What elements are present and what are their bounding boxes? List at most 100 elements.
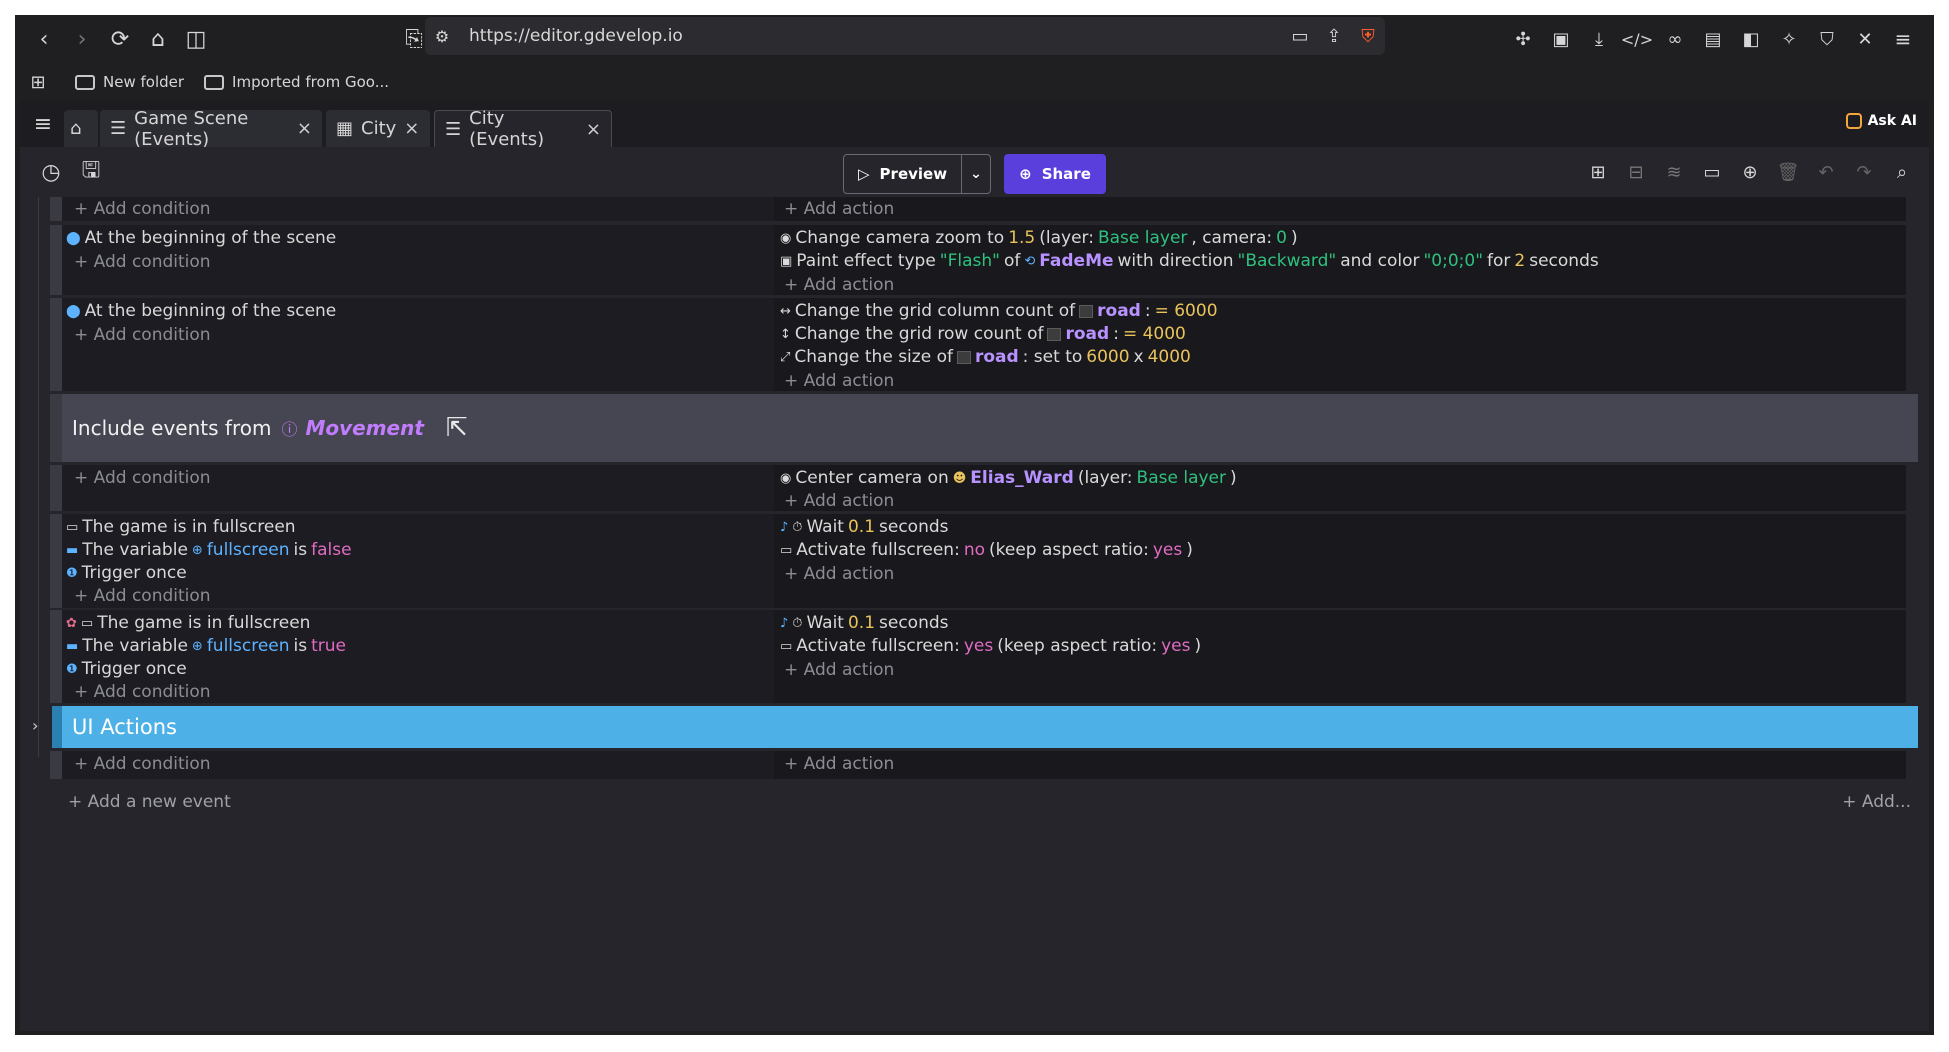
event-row[interactable]: + Add condition + Add action: [50, 197, 1906, 221]
home-icon[interactable]: ⌂: [141, 22, 175, 56]
add-action[interactable]: + Add action: [784, 564, 894, 584]
comment-icon[interactable]: ▭: [1695, 155, 1729, 189]
close-icon[interactable]: ×: [404, 118, 419, 139]
action-line[interactable]: ♪ ⏱ Wait 0.1 seconds: [780, 613, 949, 633]
tab-city-events[interactable]: ☰ City (Events) ×: [434, 108, 612, 150]
add-condition[interactable]: + Add condition: [74, 199, 211, 219]
redo-icon[interactable]: ↷: [1847, 155, 1881, 189]
add-event-icon[interactable]: ⊞: [1581, 155, 1615, 189]
event-row[interactable]: ⬤ At the beginning of the scene + Add con…: [50, 298, 1906, 391]
action-line[interactable]: ◉ Change camera zoom to 1.5 (layer: Base …: [780, 228, 1298, 248]
action-line[interactable]: ↕ Change the grid row count of road: = 40…: [780, 324, 1186, 344]
event-row[interactable]: ✿ ▭ The game is in fullscreen ▬ The variabl…: [50, 610, 1906, 703]
extensions-icon[interactable]: ✣: [1506, 22, 1540, 56]
tiled-object-icon: [1047, 327, 1062, 341]
add-condition[interactable]: + Add condition: [74, 468, 211, 488]
chevron-right-icon[interactable]: ›: [32, 716, 38, 735]
include-target[interactable]: Movement: [305, 416, 423, 440]
history-icon[interactable]: ◷: [34, 155, 68, 189]
devtools-icon[interactable]: </>: [1620, 22, 1654, 56]
event-row[interactable]: + Add condition ◉ Center camera on ☻ Elias…: [50, 465, 1906, 511]
action-line[interactable]: ◉ Center camera on ☻ Elias_Ward (layer: Ba…: [780, 468, 1237, 488]
share-button[interactable]: ⊕ Share: [1004, 154, 1106, 194]
sidebar-icon[interactable]: ◫: [179, 22, 213, 56]
condition-line[interactable]: ⬤ At the beginning of the scene: [66, 228, 336, 248]
url-text[interactable]: https://editor.gdevelop.io: [469, 26, 683, 46]
action-line[interactable]: ♪ ⏱ Wait 0.1 seconds: [780, 517, 949, 537]
brave-shield-icon[interactable]: ⛨: [1351, 19, 1385, 53]
calendar-icon[interactable]: ▤: [1696, 22, 1730, 56]
close-icon[interactable]: ×: [297, 118, 312, 139]
browser-window: ‹ › ⟳ ⌂ ◫ ⎘ ⚙ https://editor.gdevelop.io…: [15, 15, 1934, 1035]
apps-grid-icon[interactable]: ⊞: [21, 65, 55, 99]
link-icon[interactable]: ∞: [1658, 22, 1692, 56]
preview-button[interactable]: ▷ Preview ⌄: [843, 154, 991, 194]
tree-line: [38, 197, 39, 757]
add-subevent-icon[interactable]: ⊟: [1619, 155, 1653, 189]
condition-line[interactable]: ❶ Trigger once: [66, 659, 187, 679]
add-condition[interactable]: + Add condition: [74, 682, 211, 702]
resize-icon: ⤢: [780, 349, 791, 365]
async-icon: ♪: [780, 519, 789, 535]
add-more-button[interactable]: + Add...: [1842, 792, 1911, 812]
cast-icon[interactable]: ▭: [1283, 19, 1317, 53]
include-events-block[interactable]: Include events from ⓘ Movement ⇱: [50, 394, 1918, 462]
address-bar[interactable]: ⚙ https://editor.gdevelop.io ▭ ⇪ ⛨: [425, 17, 1385, 55]
add-action[interactable]: + Add action: [784, 371, 894, 391]
action-line[interactable]: ↔ Change the grid column count of road: =…: [780, 301, 1218, 321]
back-icon[interactable]: ‹: [27, 22, 61, 56]
add-action[interactable]: + Add action: [784, 660, 894, 680]
chevron-down-icon[interactable]: ⌄: [962, 166, 990, 182]
condition-line[interactable]: ⬤ At the beginning of the scene: [66, 301, 336, 321]
reader-icon[interactable]: ▣: [1544, 22, 1578, 56]
add-condition[interactable]: + Add condition: [74, 754, 211, 774]
condition-line[interactable]: ❶ Trigger once: [66, 563, 187, 583]
tab-game-scene-events[interactable]: ☰ Game Scene (Events) ×: [100, 108, 322, 150]
site-settings-icon[interactable]: ⚙: [425, 19, 459, 53]
add-action[interactable]: + Add action: [784, 199, 894, 219]
scene-start-icon: ⬤: [66, 230, 81, 246]
add-condition[interactable]: + Add condition: [74, 325, 211, 345]
event-row[interactable]: ⬤ At the beginning of the scene + Add con…: [50, 225, 1906, 295]
add-new-event-button[interactable]: + Add a new event: [68, 792, 231, 812]
add-condition[interactable]: + Add condition: [74, 586, 211, 606]
tab-city[interactable]: ▦ City ×: [326, 110, 430, 147]
condition-line[interactable]: ▬ The variable ⊕ fullscreen is true: [66, 636, 346, 656]
hamburger-menu-icon[interactable]: ≡: [26, 107, 60, 141]
event-group-ui-actions[interactable]: UI Actions: [52, 706, 1918, 748]
download-icon[interactable]: ⤓: [1582, 22, 1616, 56]
delete-icon[interactable]: 🗑: [1771, 155, 1805, 189]
action-line[interactable]: ⤢ Change the size of road: set to 6000 x …: [780, 347, 1191, 367]
panel-icon[interactable]: ◧: [1734, 22, 1768, 56]
save-icon[interactable]: 🖫: [74, 155, 108, 189]
event-row[interactable]: + Add condition + Add action: [50, 751, 1906, 779]
condition-line[interactable]: ✿ ▭ The game is in fullscreen: [66, 613, 310, 633]
action-line[interactable]: ▭ Activate fullscreen: yes (keep aspect r…: [780, 636, 1201, 656]
open-external-icon[interactable]: ⇱: [446, 413, 468, 443]
close-icon[interactable]: ×: [586, 119, 601, 140]
add-action[interactable]: + Add action: [784, 754, 894, 774]
tab-home[interactable]: ⌂: [64, 110, 98, 147]
share-page-icon[interactable]: ⇪: [1317, 19, 1351, 53]
action-line[interactable]: ▣ Paint effect type "Flash" of ⟲ FadeMe wi…: [780, 251, 1599, 271]
vpn-icon[interactable]: ⛉: [1810, 22, 1844, 56]
add-circle-icon[interactable]: ⊕: [1733, 155, 1767, 189]
add-action[interactable]: + Add action: [784, 275, 894, 295]
ai-icon[interactable]: ✧: [1772, 22, 1806, 56]
reload-icon[interactable]: ⟳: [103, 22, 137, 56]
bookmark-imported[interactable]: Imported from Goo...: [204, 73, 389, 91]
action-line[interactable]: ▭ Activate fullscreen: no (keep aspect ra…: [780, 540, 1193, 560]
add-condition[interactable]: + Add condition: [74, 252, 211, 272]
condition-line[interactable]: ▬ The variable ⊕ fullscreen is false: [66, 540, 352, 560]
search-icon[interactable]: ⌕: [1885, 155, 1919, 189]
event-row[interactable]: ▭ The game is in fullscreen ▬ The variable…: [50, 514, 1906, 608]
add-other-icon[interactable]: ≋: [1657, 155, 1691, 189]
condition-line[interactable]: ▭ The game is in fullscreen: [66, 517, 296, 537]
add-action[interactable]: + Add action: [784, 491, 894, 511]
menu-icon[interactable]: ≡: [1886, 22, 1920, 56]
bookmark-new-folder[interactable]: New folder: [75, 73, 184, 91]
forward-icon[interactable]: ›: [65, 22, 99, 56]
ask-ai-button[interactable]: Ask AI: [1845, 113, 1917, 129]
undo-icon[interactable]: ↶: [1809, 155, 1843, 189]
tool-icon[interactable]: ✕: [1848, 22, 1882, 56]
